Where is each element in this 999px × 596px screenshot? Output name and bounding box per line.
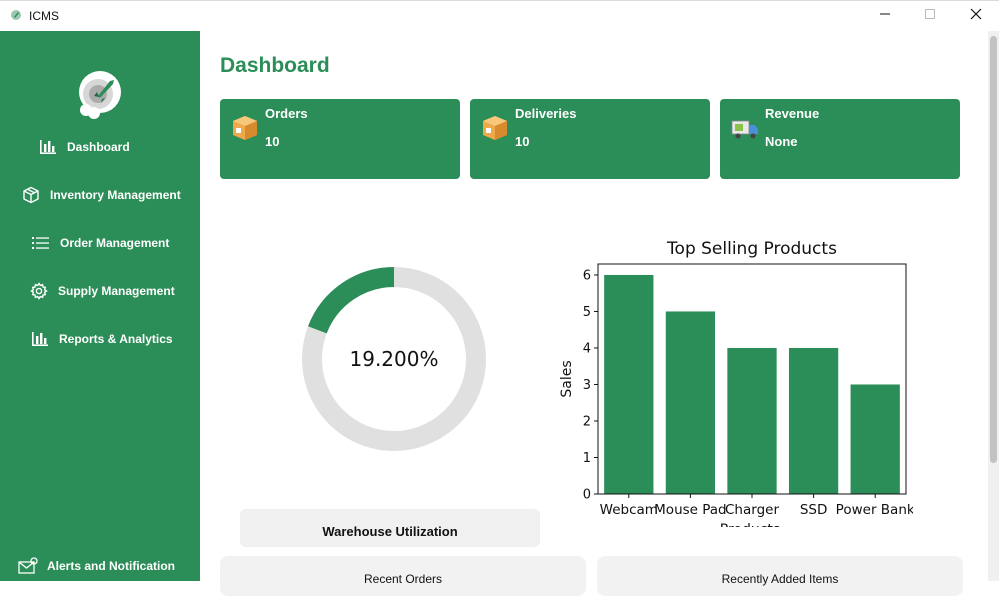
card-label: Revenue	[765, 106, 820, 121]
page-title: Dashboard	[220, 54, 330, 77]
x-tick-label: Power Bank	[836, 502, 913, 518]
y-tick-label: 1	[583, 451, 591, 466]
box-icon	[21, 185, 41, 205]
maximize-button[interactable]	[908, 5, 952, 27]
card-value: 10	[515, 134, 530, 149]
y-tick-label: 4	[583, 341, 591, 356]
maximize-icon	[924, 7, 936, 25]
rocket-logo-icon	[74, 68, 126, 120]
x-tick-label: Mouse Pad	[654, 502, 726, 518]
deliveries-card[interactable]: Deliveries 10	[470, 99, 710, 179]
sidebar-item-label: Supply Management	[58, 284, 175, 298]
x-tick-label: SSD	[800, 502, 828, 518]
sidebar-item-label: Reports & Analytics	[59, 332, 173, 346]
orders-card[interactable]: Orders 10	[220, 99, 460, 179]
vertical-scrollbar[interactable]	[988, 31, 999, 581]
revenue-card[interactable]: Revenue None	[720, 99, 960, 179]
bar-power-bank	[850, 384, 900, 494]
card-value: None	[765, 134, 798, 149]
sidebar-item-dashboard[interactable]: Dashboard	[0, 132, 200, 162]
bar-charger	[727, 347, 777, 494]
window-titlebar: ICMS	[0, 0, 999, 31]
top-selling-products-chart: Top Selling Products Webcam Mouse Pad Charg…	[553, 232, 915, 538]
sidebar: Dashboard Inventory Management Order Man…	[0, 31, 200, 581]
y-tick-label: 5	[583, 305, 591, 320]
app-icon	[9, 8, 23, 22]
package-icon	[480, 113, 510, 143]
card-value: 10	[265, 134, 280, 149]
sidebar-item-alerts-notification[interactable]: Alerts and Notification	[0, 551, 200, 581]
y-tick-label: 2	[583, 414, 591, 429]
sidebar-item-order-management[interactable]: Order Management	[0, 228, 200, 258]
bar-chart-icon	[30, 329, 50, 349]
recent-orders-title: Recent Orders	[363, 572, 443, 586]
y-tick-label: 0	[583, 488, 591, 503]
close-button[interactable]	[954, 5, 998, 27]
sidebar-item-label: Alerts and Notification	[47, 559, 176, 573]
scrollbar-thumb[interactable]	[990, 36, 997, 463]
recent-orders-panel: Recent Orders	[220, 556, 586, 596]
warehouse-utilization-label: Warehouse Utilization	[322, 524, 458, 539]
sidebar-item-reports-analytics[interactable]: Reports & Analytics	[0, 324, 200, 354]
close-icon	[970, 7, 982, 25]
mail-alert-icon	[18, 556, 38, 576]
warehouse-utilization-box: Warehouse Utilization	[240, 509, 540, 547]
x-tick-label: Webcam	[600, 502, 658, 518]
y-tick-label: 6	[583, 268, 591, 283]
y-tick-label: 3	[583, 378, 591, 393]
bar-ssd	[788, 347, 839, 494]
bar-mouse-pad	[665, 311, 716, 494]
minimize-icon	[879, 7, 891, 25]
sidebar-item-label: Dashboard	[67, 140, 130, 154]
card-label: Orders	[265, 106, 308, 121]
sidebar-item-label: Order Management	[60, 236, 170, 250]
minimize-button[interactable]	[863, 5, 907, 27]
x-axis-label: Products	[720, 522, 780, 527]
sidebar-item-supply-management[interactable]: Supply Management	[0, 276, 200, 306]
recently-added-items-title: Recently Added Items	[721, 572, 839, 586]
utilization-percent: 19.200%	[349, 347, 439, 371]
package-icon	[230, 113, 260, 143]
main-content: Dashboard Orders 10 Deliveries 10 Revenu…	[200, 31, 988, 596]
bar-webcam	[604, 274, 654, 494]
delivery-truck-icon	[730, 113, 760, 143]
window-title: ICMS	[29, 9, 59, 23]
recently-added-items-panel: Recently Added Items	[597, 556, 963, 596]
card-label: Deliveries	[515, 106, 577, 121]
warehouse-utilization-donut: 19.200%	[300, 265, 488, 453]
chart-title: Top Selling Products	[666, 239, 837, 259]
bar-chart-icon	[38, 137, 58, 157]
y-axis-label: Sales	[559, 360, 575, 397]
sidebar-item-inventory-management[interactable]: Inventory Management	[0, 180, 200, 210]
sidebar-item-label: Inventory Management	[50, 188, 181, 202]
x-tick-label: Charger	[725, 502, 779, 518]
gear-icon	[29, 281, 49, 301]
list-icon	[31, 233, 51, 253]
